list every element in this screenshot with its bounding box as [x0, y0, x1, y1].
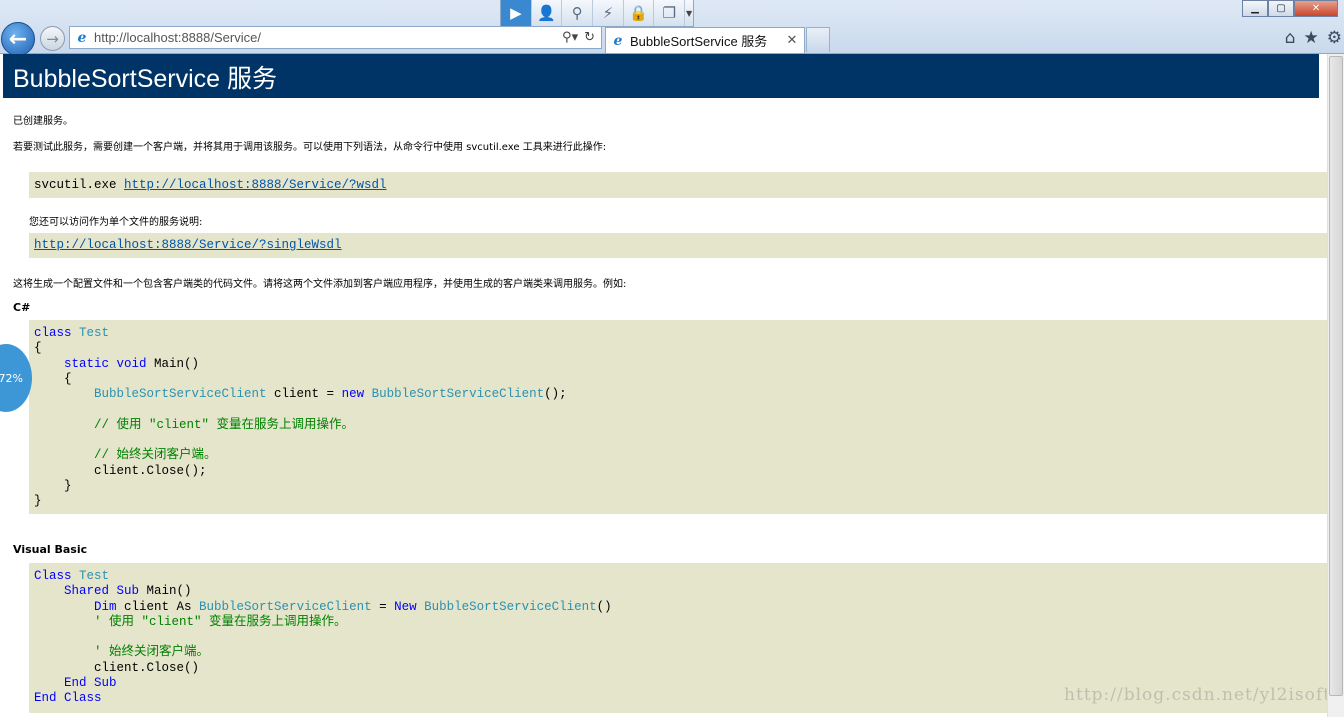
vb-ctor-end: ()	[596, 599, 612, 614]
cs-kw-class: class	[34, 326, 72, 340]
cs-kw-static-void: static void	[64, 356, 147, 371]
forward-button[interactable]: →	[40, 26, 65, 51]
page-title: BubbleSortService 服务	[3, 54, 1319, 98]
refresh-icon[interactable]: ↻	[584, 30, 595, 45]
star-icon[interactable]: ★	[1304, 28, 1319, 48]
cs-kw-new: new	[341, 387, 365, 402]
svcutil-command: svcutil.exe	[34, 178, 125, 192]
cs-ctor-end: ();	[544, 387, 567, 402]
user-icon[interactable]: 👤	[532, 0, 563, 26]
vb-main: Main()	[139, 584, 192, 599]
svcutil-box: svcutil.exe http://localhost:8888/Servic…	[29, 172, 1333, 198]
wsdl-link[interactable]: http://localhost:8888/Service/?wsdl	[124, 178, 387, 192]
back-button[interactable]: ←	[1, 22, 35, 56]
cs-method-open: {	[34, 371, 72, 386]
cs-method-close: }	[34, 478, 72, 493]
cs-main: Main()	[146, 356, 200, 371]
vb-client-as: client As	[116, 599, 200, 614]
progress-badge[interactable]: 72%	[0, 344, 32, 412]
cs-comment-close: // 始终关闭客户端。	[94, 448, 217, 463]
vertical-scrollbar[interactable]	[1327, 54, 1344, 717]
home-icon[interactable]: ⌂	[1285, 28, 1296, 48]
single-wsdl-box: http://localhost:8888/Service/?singleWsd…	[29, 233, 1333, 258]
vb-kw-dim: Dim	[94, 599, 117, 614]
arrow-left-icon: ←	[8, 26, 28, 52]
chevron-down-icon[interactable]: ▼	[685, 0, 693, 26]
tab-active[interactable]: e BubbleSortService 服务 ✕	[605, 27, 805, 53]
vb-comment-close: ' 始终关闭客户端。	[94, 645, 210, 660]
single-file-note: 您还可以访问作为单个文件的服务说明:	[29, 217, 203, 228]
close-window-button[interactable]: ✕	[1294, 0, 1338, 17]
maximize-button[interactable]: ▢	[1268, 0, 1294, 17]
single-wsdl-link[interactable]: http://localhost:8888/Service/?singleWsd…	[34, 238, 342, 252]
cs-open-brace: {	[34, 341, 42, 356]
vb-kw-shared-sub: Shared Sub	[64, 584, 140, 599]
vb-kw-new: New	[394, 599, 417, 614]
watermark: http://blog.csdn.net/yl2isoft	[1064, 685, 1331, 705]
vb-equals: =	[371, 599, 395, 614]
cs-close-call: client.Close();	[94, 463, 207, 478]
cs-type-client: BubbleSortServiceClient	[94, 387, 267, 402]
vb-type-client: BubbleSortServiceClient	[199, 599, 372, 614]
new-tab-button[interactable]	[806, 27, 830, 52]
search-icon[interactable]: ⚲▾	[562, 30, 578, 45]
cs-type-client-ctor: BubbleSortServiceClient	[371, 387, 545, 402]
vb-comment-use: ' 使用 "client" 变量在服务上调用操作。	[94, 614, 347, 629]
address-tools: ⚲▾ ↻	[562, 30, 595, 45]
cs-client-assign: client =	[266, 387, 342, 402]
ie-tab-icon: e	[613, 32, 623, 49]
play-icon[interactable]: ▶	[501, 0, 532, 26]
csharp-label: C#	[13, 301, 31, 314]
ie-page-icon: e	[77, 29, 87, 46]
tab-title: BubbleSortService 服务	[630, 34, 768, 49]
windows-icon[interactable]: ❐	[654, 0, 686, 26]
cs-close-brace: }	[34, 494, 42, 509]
lock-icon[interactable]: 🔒	[624, 0, 655, 26]
vb-close-call: client.Close()	[94, 660, 200, 675]
cs-comment-use: // 使用 "client" 变量在服务上调用操作。	[94, 417, 355, 432]
floating-toolbar: ▶ 👤 ⚲ ⚡ 🔒 ❐ ▼	[500, 0, 694, 27]
gear-icon[interactable]: ⚙	[1327, 28, 1342, 48]
intro-text: 若要测试此服务，需要创建一个客户端，并将其用于调用该服务。可以使用下列语法，从命…	[13, 142, 607, 153]
browser-chrome: ▶ 👤 ⚲ ⚡ 🔒 ❐ ▼ ▁ ▢ ✕ ← → e http://localho…	[0, 0, 1344, 56]
url-host: http://localhost	[94, 30, 178, 45]
lightning-icon[interactable]: ⚡	[593, 0, 624, 26]
window-controls: ▁ ▢ ✕	[1242, 0, 1338, 17]
cs-type-test: Test	[79, 326, 110, 340]
vb-kw-class: Class	[34, 569, 72, 583]
scrollbar-thumb[interactable]	[1329, 56, 1343, 696]
vb-kw-end-class: End Class	[34, 691, 102, 706]
generate-note: 这将生成一个配置文件和一个包含客户端类的代码文件。请将这两个文件添加到客户端应用…	[13, 279, 627, 290]
address-bar[interactable]: e http://localhost:8888/Service/ ⚲▾ ↻	[69, 26, 602, 49]
tab-close-button[interactable]: ✕	[784, 33, 800, 48]
vb-type-client-ctor: BubbleSortServiceClient	[424, 599, 597, 614]
search-icon[interactable]: ⚲	[562, 0, 594, 26]
command-icons: ⌂ ★ ⚙	[1285, 28, 1344, 48]
page-content: BubbleSortService 服务 已创建服务。 若要测试此服务，需要创建…	[0, 54, 1344, 717]
minimize-button[interactable]: ▁	[1242, 0, 1268, 17]
arrow-right-icon: →	[46, 29, 59, 48]
url-rest: :8888/Service/	[177, 30, 261, 45]
url-text[interactable]: http://localhost:8888/Service/	[94, 30, 562, 45]
created-text: 已创建服务。	[13, 116, 73, 127]
vb-type-test: Test	[79, 569, 110, 583]
vb-label: Visual Basic	[13, 543, 88, 556]
csharp-code-box: class Test { static void Main() { Bubble…	[29, 320, 1333, 514]
vb-kw-end-sub: End Sub	[64, 676, 117, 691]
